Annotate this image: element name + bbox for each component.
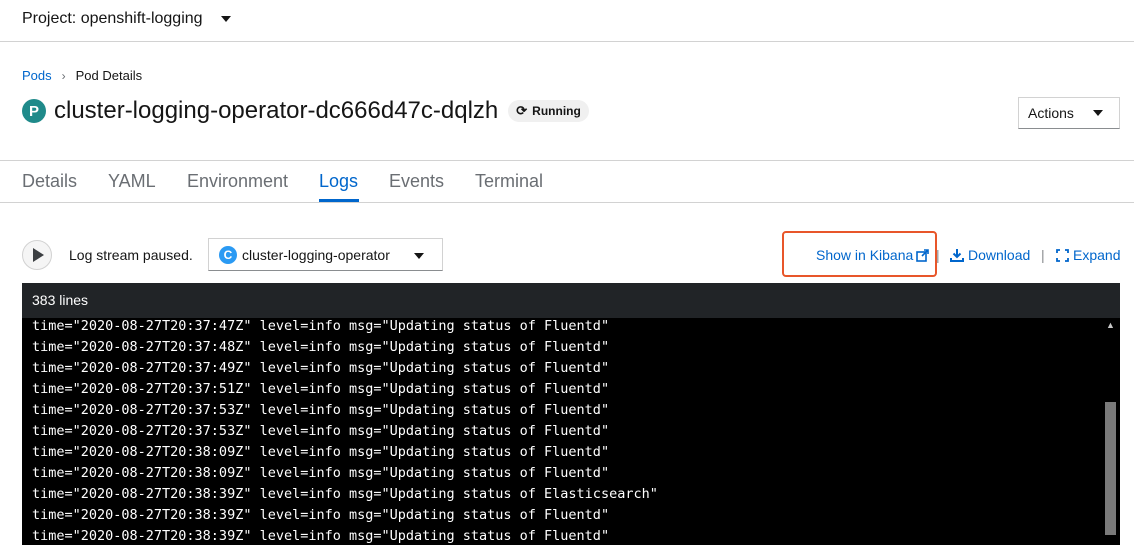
play-button[interactable] xyxy=(22,240,52,270)
log-line: time="2020-08-27T20:37:53Z" level=info m… xyxy=(32,423,610,439)
log-line: time="2020-08-27T20:38:39Z" level=info m… xyxy=(32,528,610,544)
breadcrumb-pods-link[interactable]: Pods xyxy=(22,68,52,83)
tab-environment[interactable]: Environment xyxy=(187,171,288,192)
log-header: 383 lines xyxy=(22,283,1120,318)
log-line: time="2020-08-27T20:38:39Z" level=info m… xyxy=(32,486,658,502)
pod-resource-badge: P xyxy=(22,99,46,123)
chevron-right-icon: › xyxy=(61,68,66,83)
expand-link[interactable]: Expand xyxy=(1056,247,1120,263)
link-separator: | xyxy=(1041,247,1045,263)
log-line: time="2020-08-27T20:37:49Z" level=info m… xyxy=(32,360,610,376)
status-badge: ⟳ Running xyxy=(508,100,589,122)
download-label: Download xyxy=(968,247,1031,263)
scrollbar-thumb[interactable] xyxy=(1105,402,1116,535)
page-title: cluster-logging-operator-dc666d47c-dqlzh xyxy=(54,97,499,124)
log-line: time="2020-08-27T20:38:09Z" level=info m… xyxy=(32,465,610,481)
tab-bar: Details YAML Environment Logs Events Ter… xyxy=(0,161,1134,203)
log-line: time="2020-08-27T20:38:39Z" level=info m… xyxy=(32,507,610,523)
show-in-kibana-label: Show in Kibana xyxy=(816,247,914,263)
project-label: Project: openshift-logging xyxy=(22,10,203,27)
container-name: cluster-logging-operator xyxy=(242,246,390,263)
log-scrollbar[interactable]: ▲ xyxy=(1102,318,1120,545)
line-count: 383 lines xyxy=(32,292,89,308)
play-icon xyxy=(33,248,44,262)
log-window[interactable]: time="2020-08-27T20:37:47Z" level=info m… xyxy=(22,318,1120,545)
log-lines: time="2020-08-27T20:37:47Z" level=info m… xyxy=(32,318,658,545)
sync-icon: ⟳ xyxy=(516,103,528,118)
status-label: Running xyxy=(532,104,581,118)
actions-label: Actions xyxy=(1028,105,1074,121)
caret-down-icon xyxy=(220,16,231,22)
expand-icon xyxy=(1056,248,1069,262)
external-link-icon xyxy=(916,248,930,262)
project-bar: Project: openshift-logging xyxy=(0,0,1134,42)
download-icon xyxy=(950,249,964,262)
show-in-kibana-link[interactable]: Show in Kibana xyxy=(816,247,930,263)
log-line: time="2020-08-27T20:38:09Z" level=info m… xyxy=(32,444,610,460)
tab-logs[interactable]: Logs xyxy=(319,171,358,192)
caret-down-icon xyxy=(414,253,424,259)
actions-dropdown[interactable]: Actions xyxy=(1018,97,1120,129)
log-line: time="2020-08-27T20:37:48Z" level=info m… xyxy=(32,339,610,355)
breadcrumb: Pods › Pod Details xyxy=(22,68,142,83)
breadcrumb-current: Pod Details xyxy=(75,68,143,83)
tab-terminal[interactable]: Terminal xyxy=(475,171,543,192)
scroll-up-icon[interactable]: ▲ xyxy=(1106,320,1115,330)
link-separator: | xyxy=(936,247,940,263)
title-row: P cluster-logging-operator-dc666d47c-dql… xyxy=(22,97,589,125)
download-link[interactable]: Download xyxy=(950,247,1030,263)
project-selector[interactable]: Project: openshift-logging xyxy=(22,10,231,28)
log-line: time="2020-08-27T20:37:51Z" level=info m… xyxy=(32,381,610,397)
tab-yaml[interactable]: YAML xyxy=(108,171,156,192)
tab-events[interactable]: Events xyxy=(389,171,444,192)
tab-details[interactable]: Details xyxy=(22,171,77,192)
expand-label: Expand xyxy=(1073,247,1121,263)
active-tab-indicator xyxy=(319,199,359,202)
caret-down-icon xyxy=(1093,110,1103,116)
log-line: time="2020-08-27T20:37:53Z" level=info m… xyxy=(32,402,610,418)
stream-status-text: Log stream paused. xyxy=(69,247,193,263)
container-dropdown[interactable]: C cluster-logging-operator xyxy=(208,238,443,271)
container-resource-badge: C xyxy=(219,245,237,264)
log-line: time="2020-08-27T20:37:47Z" level=info m… xyxy=(32,318,610,334)
